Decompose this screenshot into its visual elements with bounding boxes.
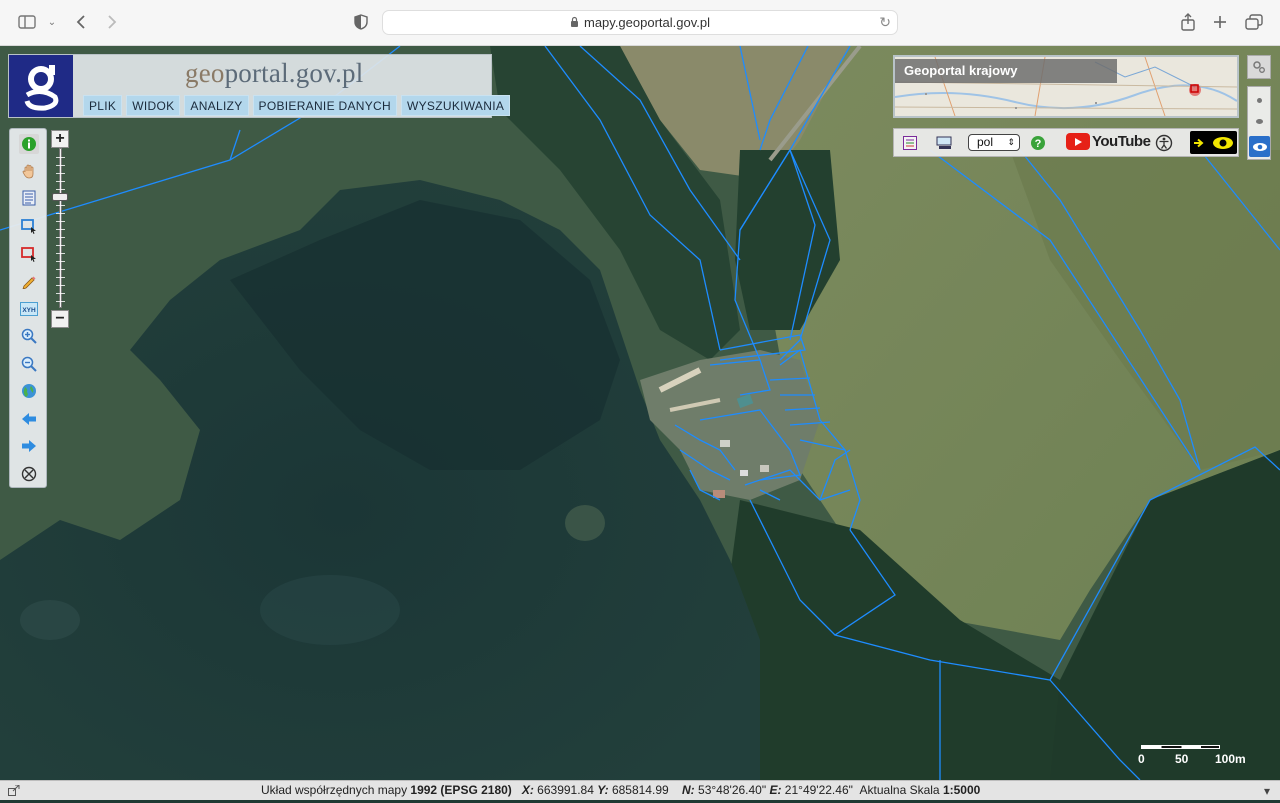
x-value: 663991.84 [537,783,594,797]
x-label: X: [521,783,534,797]
zoom-slider-handle[interactable] [52,193,68,201]
zoom-in-icon[interactable] [19,326,39,346]
site-title-part2: portal.gov.pl [224,58,364,88]
site-title: geoportal.gov.pl [185,58,363,89]
coord-system-prefix: Układ współrzędnych mapy [261,783,408,797]
dot-icon[interactable] [1257,98,1262,103]
menu-item-widok[interactable]: WIDOK [126,95,181,116]
select-arrows-icon: ⇕ [1007,137,1015,147]
status-bar: Układ współrzędnych mapy 1992 (EPSG 2180… [0,780,1280,800]
youtube-label: YouTube [1092,133,1151,150]
legend-icon[interactable] [19,188,39,208]
wms-services-icon[interactable] [936,133,954,153]
zoom-slider-ticks [56,150,65,306]
share-icon[interactable] [1177,11,1199,33]
arrow-right-icon [1194,138,1204,147]
menu-item-pobieranie-danych[interactable]: POBIERANIE DANYCH [252,95,397,116]
previous-view-arrow-icon[interactable] [19,409,39,429]
scale-value: 1:5000 [942,783,981,797]
scale-label-50: 50 [1175,752,1189,766]
y-value: 685814.99 [611,783,669,797]
draw-pencil-icon[interactable] [19,271,39,291]
pan-hand-icon[interactable] [19,161,39,181]
youtube-play-icon [1066,133,1090,150]
sidebar-toggle-icon[interactable] [16,11,38,33]
geoportal-logo[interactable] [9,55,73,117]
youtube-link[interactable]: YouTube [1066,133,1151,150]
menu-item-plik[interactable]: PLIK [83,95,123,116]
back-arrow-icon[interactable] [70,11,92,33]
tab-overview-icon[interactable] [1243,11,1265,33]
collapse-chevron-icon[interactable]: ▾ [1264,782,1270,801]
privacy-shield-icon[interactable] [350,11,372,33]
zoom-out-icon[interactable] [19,354,39,374]
browser-toolbar: ⌄ mapy.geoportal.gov.pl ↻ [0,0,1280,46]
forward-arrow-icon[interactable] [101,11,123,33]
n-label: N: [682,783,695,797]
language-select[interactable]: pol ⇕ [968,134,1020,151]
catalog-list-icon[interactable] [903,133,917,153]
overview-title: Geoportal krajowy [895,59,1117,83]
e-value: 21°49'22.46" [784,783,853,797]
main-menu: PLIK WIDOK ANALIZY POBIERANIE DANYCH WYS… [83,95,511,116]
n-value: 53°48'26.40" [698,783,767,797]
zoom-in-button[interactable]: + [51,130,69,148]
xyh-label: XYH [22,307,36,314]
visibility-eye-icon[interactable] [1249,136,1270,157]
language-value: pol [977,135,994,149]
settings-gear-icon[interactable] [1247,55,1271,79]
tool-palette: XYH [9,128,47,488]
site-title-part1: geo [185,58,225,88]
new-tab-plus-icon[interactable] [1209,11,1231,33]
select-object-icon[interactable] [19,244,39,264]
resize-corner-icon[interactable] [8,784,20,803]
scale-label-0: 0 [1138,752,1145,766]
coordinates-readout: Układ współrzędnych mapy 1992 (EPSG 2180… [261,781,980,800]
zoom-out-button[interactable]: − [51,310,69,328]
scale-prefix: Aktualna Skala [859,783,940,797]
scale-label-100m: 100m [1215,752,1246,766]
accessibility-icon[interactable] [1155,133,1173,153]
lock-icon [570,15,579,30]
full-extent-globe-icon[interactable] [19,381,39,401]
svg-text:?: ? [1035,138,1042,150]
menu-item-analizy[interactable]: ANALIZY [184,95,249,116]
info-icon[interactable] [19,134,39,154]
e-label: E: [769,783,782,797]
y-label: Y: [597,783,609,797]
select-area-icon[interactable] [19,216,39,236]
logo-menu-panel: geoportal.gov.pl PLIK WIDOK ANALIZY POBI… [8,54,511,118]
url-text: mapy.geoportal.gov.pl [584,15,710,30]
menu-item-wyszukiwania[interactable]: WYSZUKIWANIA [400,95,511,116]
address-bar[interactable]: mapy.geoportal.gov.pl ↻ [382,10,898,35]
dot-icon[interactable] [1256,119,1263,124]
close-circle-icon[interactable] [19,464,39,484]
reload-icon[interactable]: ↻ [879,14,891,31]
scale-bar [1141,745,1220,749]
next-view-arrow-icon[interactable] [19,436,39,456]
coord-system: 1992 (EPSG 2180) [410,783,512,797]
contrast-eye-icon [1212,136,1233,149]
high-contrast-button[interactable] [1190,131,1237,154]
tab-group-chevron-icon[interactable]: ⌄ [41,11,63,33]
help-question-icon[interactable]: ? [1030,133,1046,153]
xyh-coordinates-icon[interactable]: XYH [19,299,39,319]
service-icon-bar: pol ⇕ ? YouTube [893,128,1239,157]
overview-map[interactable]: Geoportal krajowy [893,55,1239,118]
